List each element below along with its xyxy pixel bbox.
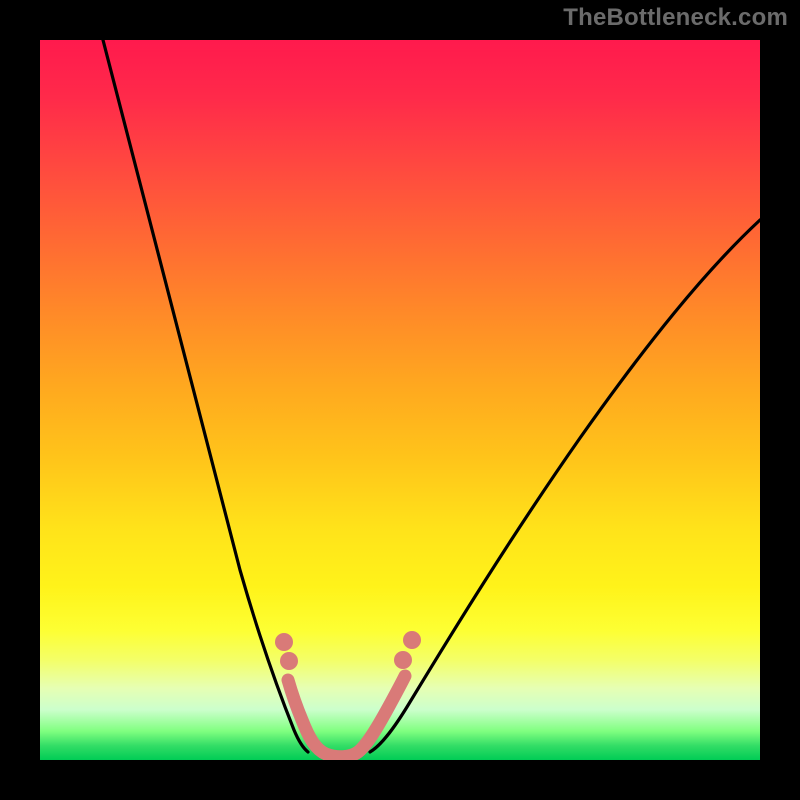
marker-dot <box>280 652 298 670</box>
marker-dot <box>403 631 421 649</box>
watermark-text: TheBottleneck.com <box>563 4 788 32</box>
valley-segment <box>288 676 405 757</box>
marker-dot <box>275 633 293 651</box>
curve-right <box>370 220 760 752</box>
chart-frame: TheBottleneck.com <box>0 0 800 800</box>
curve-layer <box>40 40 760 760</box>
marker-dot <box>394 651 412 669</box>
